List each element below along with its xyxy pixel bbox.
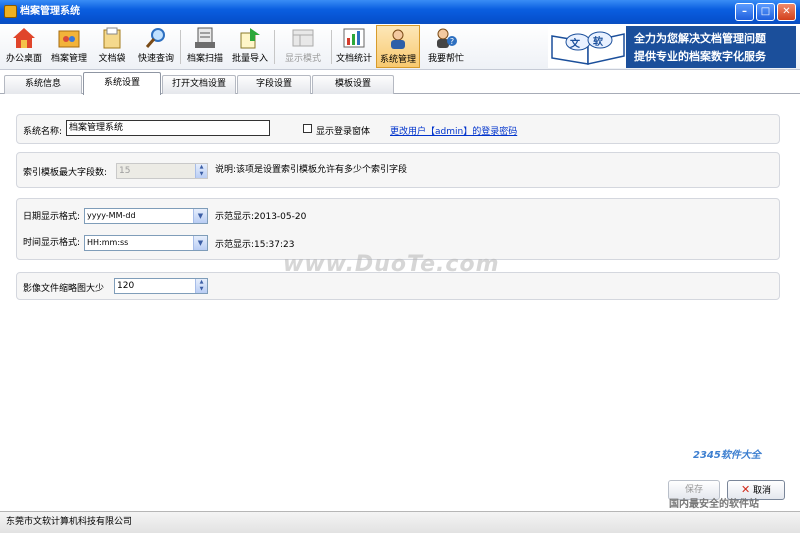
chevron-down-icon: ▼ (193, 209, 207, 223)
toolbar-label: 显示模式 (284, 54, 321, 64)
toolbar-label: 系统管理 (379, 55, 416, 65)
view-mode-icon (291, 27, 315, 49)
slogan-watermark: 国内最安全的软件站 (669, 499, 759, 510)
tab-template-settings[interactable]: 模板设置 (312, 75, 394, 94)
toolbar-label: 我要帮忙 (427, 54, 464, 64)
toolbar-label: 快速查询 (137, 54, 174, 64)
date-format-value: yyyy-MM-dd (87, 211, 136, 220)
maximize-button[interactable]: □ (756, 3, 775, 21)
magnifier-icon (144, 27, 168, 49)
toolbar-label: 档案管理 (50, 54, 87, 64)
close-icon: ✕ (782, 6, 791, 17)
thumb-size-stepper[interactable]: 120 ▲ ▼ (114, 278, 208, 294)
toolbar-label: 文档统计 (335, 54, 372, 64)
date-format-select[interactable]: yyyy-MM-dd ▼ (84, 208, 208, 224)
tab-field-settings[interactable]: 字段设置 (237, 75, 311, 94)
toolbar-separator (180, 30, 181, 64)
import-icon (238, 27, 262, 49)
company-name: 东莞市文软计算机科技有限公司 (6, 517, 133, 527)
thumb-size-label: 影像文件缩略图大少 (23, 284, 105, 294)
toolbar-label: 文档袋 (98, 54, 126, 64)
chevron-down-icon: ▼ (193, 236, 207, 250)
system-name-input[interactable]: 档案管理系统 (66, 120, 270, 136)
site-watermark: 2345软件大全 (693, 450, 761, 461)
minimize-button[interactable]: – (735, 3, 754, 21)
svg-text:?: ? (450, 37, 454, 46)
toolbar-item-stats[interactable]: 文档统计 (333, 25, 375, 68)
app-icon (4, 5, 17, 18)
index-max-label: 索引模板最大字段数: (23, 168, 108, 178)
settings-panel: 系统名称: 档案管理系统 显示登录窗体 更改用户【admin】的登录密码 索引模… (0, 94, 800, 511)
home-icon (12, 27, 36, 49)
folder-icon (57, 27, 81, 49)
banner-logo-char: 软 (593, 37, 603, 48)
banner-logo-char: 文 (570, 39, 580, 50)
group-index-template: 索引模板最大字段数: 15 ▲ ▼ 说明:该项是设置索引模板允许有多少个索引字段 (16, 152, 780, 188)
minimize-icon: – (742, 6, 747, 17)
stepper-arrows-icon[interactable]: ▲ ▼ (195, 279, 207, 293)
stepper-arrows-icon[interactable]: ▲ ▼ (195, 164, 207, 178)
toolbar-label: 档案扫描 (186, 54, 223, 64)
banner-line-1: 全力为您解决文档管理问题 (634, 32, 766, 45)
admin-icon (386, 28, 410, 50)
tab-open-doc-settings[interactable]: 打开文档设置 (162, 75, 236, 94)
window-title: 档案管理系统 (20, 6, 80, 17)
toolbar-separator (331, 30, 332, 64)
time-format-select[interactable]: HH:mm:ss ▼ (84, 235, 208, 251)
tab-bar: 系统信息 系统设置 打开文档设置 字段设置 模板设置 (0, 72, 800, 95)
status-bar: 东莞市文软计算机科技有限公司 (0, 511, 800, 533)
toolbar-label: 办公桌面 (5, 54, 42, 64)
thumb-size-value: 120 (117, 281, 135, 291)
save-button-label: 保存 (684, 485, 703, 495)
toolbar-item-scan[interactable]: 档案扫描 (183, 25, 227, 68)
title-bar: 档案管理系统 – □ ✕ (0, 0, 800, 24)
toolbar-item-batch-import[interactable]: 批量导入 (228, 25, 272, 68)
tab-system-settings[interactable]: 系统设置 (83, 72, 161, 95)
tab-system-info[interactable]: 系统信息 (4, 75, 82, 94)
toolbar-item-docbag[interactable]: 文档袋 (92, 25, 132, 68)
index-max-note: 说明:该项是设置索引模板允许有多少个索引字段 (215, 165, 408, 175)
system-name-label: 系统名称: (23, 127, 63, 137)
toolbar-item-view-mode[interactable]: 显示模式 (277, 25, 329, 68)
group-system-name: 系统名称: 档案管理系统 显示登录窗体 更改用户【admin】的登录密码 (16, 114, 780, 144)
duote-watermark: www.DuoTe.com (283, 252, 500, 277)
brand-banner: 文 软 全力为您解决文档管理问题 提供专业的档案数字化服务 (548, 26, 796, 68)
toolbar-item-archive[interactable]: 档案管理 (47, 25, 91, 68)
book-logo-icon: 文 软 (548, 26, 628, 68)
help-icon: ? (434, 27, 458, 49)
envelope-icon (100, 27, 124, 49)
change-password-link[interactable]: 更改用户【admin】的登录密码 (390, 124, 517, 137)
toolbar-item-system-admin[interactable]: 系统管理 (376, 25, 420, 68)
show-login-label: 显示登录窗体 (316, 127, 371, 137)
index-max-stepper[interactable]: 15 ▲ ▼ (116, 163, 208, 179)
time-example: 示范显示:15:37:23 (215, 240, 295, 250)
time-format-label: 时间显示格式: (23, 238, 81, 248)
date-example: 示范显示:2013-05-20 (215, 212, 307, 222)
close-button[interactable]: ✕ (777, 3, 796, 21)
maximize-icon: □ (760, 6, 771, 17)
time-format-value: HH:mm:ss (87, 238, 129, 247)
chart-icon (342, 27, 366, 49)
banner-line-2: 提供专业的档案数字化服务 (634, 50, 766, 63)
date-format-label: 日期显示格式: (23, 212, 81, 222)
show-login-checkbox[interactable] (303, 124, 312, 133)
toolbar-item-desktop[interactable]: 办公桌面 (2, 25, 46, 68)
index-max-value: 15 (119, 166, 131, 176)
toolbar-label: 批量导入 (231, 54, 268, 64)
group-date-time-format: 日期显示格式: yyyy-MM-dd ▼ 示范显示:2013-05-20 时间显… (16, 198, 780, 260)
toolbar-separator (274, 30, 275, 64)
toolbar-item-help[interactable]: ? 我要帮忙 (424, 25, 468, 68)
scanner-icon (193, 27, 217, 49)
toolbar-item-quick-search[interactable]: 快速查询 (134, 25, 178, 68)
